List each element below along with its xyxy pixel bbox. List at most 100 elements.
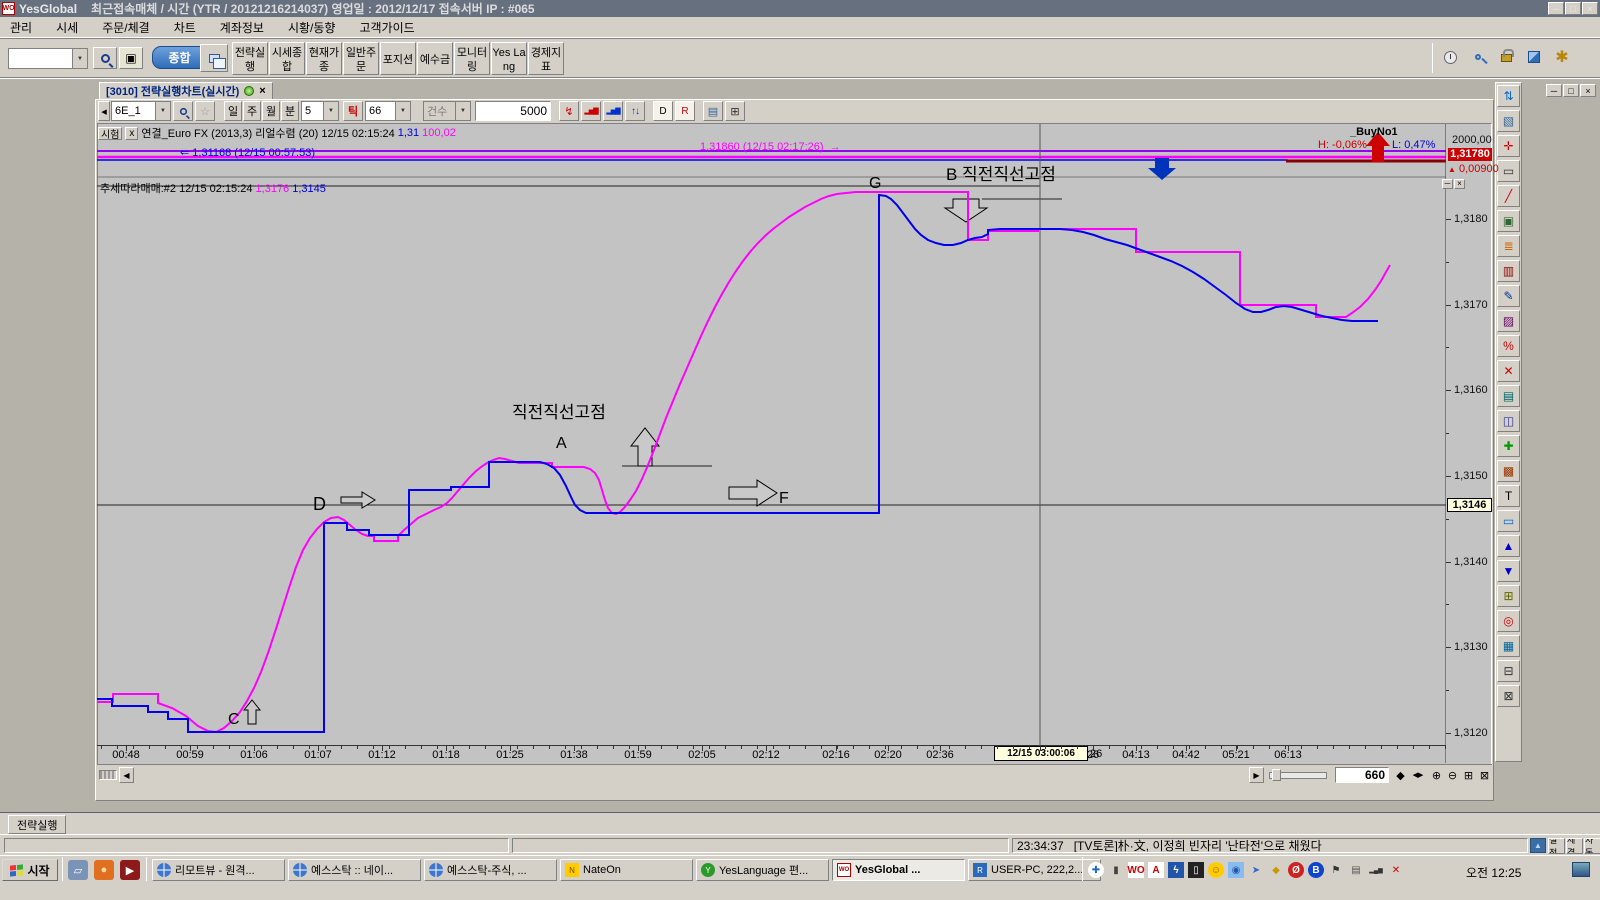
marker-diamond-icon[interactable]: ◆	[1393, 767, 1408, 783]
status-mini-button-1[interactable]: 체결	[1566, 838, 1583, 854]
toolbar-window-button-4[interactable]: 포지션	[380, 42, 416, 75]
count-input[interactable]	[475, 101, 551, 121]
period-day-button[interactable]: 일	[224, 101, 242, 121]
module-button[interactable]	[1522, 45, 1546, 69]
search-button[interactable]	[93, 47, 117, 69]
quick-launch-player-icon[interactable]: ▶	[120, 860, 140, 880]
minimize-button[interactable]: ─	[1548, 2, 1564, 15]
menu-item-0[interactable]: 관리	[10, 19, 32, 36]
tool-chart-icon[interactable]: ▧	[1497, 110, 1520, 132]
period-week-button[interactable]: 주	[243, 101, 261, 121]
news-expand-button[interactable]: ▲	[1530, 838, 1546, 853]
tray-battery-icon[interactable]: ▮	[1108, 862, 1124, 878]
toolbar-window-button-5[interactable]: 예수금	[417, 42, 453, 75]
tool-lines-icon[interactable]: ≣	[1497, 235, 1520, 257]
restore-doc-button[interactable]: R	[675, 101, 695, 121]
toolbar-window-button-7[interactable]: Yes Lang	[491, 42, 527, 75]
tool-down-icon[interactable]: ▼	[1497, 560, 1520, 582]
menu-item-3[interactable]: 차트	[174, 19, 196, 36]
security-button[interactable]	[1494, 43, 1518, 67]
table-view-button[interactable]: ⊞	[725, 101, 745, 121]
new-doc-button[interactable]: D	[653, 101, 673, 121]
toolbar-window-button-1[interactable]: 시세종합	[269, 42, 305, 75]
maximize-button[interactable]: □	[1565, 2, 1581, 15]
toolbar-window-button-2[interactable]: 현재가종	[306, 42, 342, 75]
tool-window-icon[interactable]: ◫	[1497, 410, 1520, 432]
tray-mute-icon[interactable]: ✕	[1388, 862, 1404, 878]
quick-launch-browser-icon[interactable]: ●	[94, 860, 114, 880]
minute-combo-arrow-icon[interactable]: ▼	[323, 102, 338, 120]
tray-update-icon[interactable]: ✚	[1088, 862, 1104, 878]
tray-messenger-icon[interactable]: ☺	[1208, 862, 1224, 878]
toolbar-window-button-3[interactable]: 일반주문	[343, 42, 379, 75]
child-close-button[interactable]: ×	[1580, 84, 1596, 97]
line-style-button[interactable]: ↯	[559, 101, 579, 121]
zoom-in-icon[interactable]: ⊕	[1429, 767, 1444, 783]
tool-box-icon[interactable]: ▣	[1497, 210, 1520, 232]
tray-clipboard-icon[interactable]: ▤	[1348, 862, 1364, 878]
tool-arrows-icon[interactable]: ⇅	[1497, 85, 1520, 107]
tool-up-icon[interactable]: ▲	[1497, 535, 1520, 557]
tray-shield-icon[interactable]: ◆	[1268, 862, 1284, 878]
task-button-0[interactable]: 리모트뷰 - 원격...	[152, 859, 285, 881]
bars-count-input[interactable]	[1335, 767, 1389, 783]
tool-fill-icon[interactable]: ▩	[1497, 460, 1520, 482]
zoom-slider[interactable]	[1269, 772, 1327, 779]
toolbar-window-button-8[interactable]: 경제지표	[528, 42, 564, 75]
tool-text-icon[interactable]: T	[1497, 485, 1520, 507]
tray-v3-icon[interactable]: ϟ	[1168, 862, 1184, 878]
grid-toggle-icon[interactable]: ⊞	[1461, 767, 1476, 783]
history-button[interactable]	[1438, 45, 1462, 69]
tick-combo[interactable]: 66 ▼	[365, 101, 411, 121]
news-ticker[interactable]: 23:34:37 [TV토론]朴·文, 이정희 빈자리 '난타전'으로 채웠다	[1012, 838, 1528, 853]
sort-button[interactable]: ↑↓	[625, 101, 645, 121]
tab-close-icon[interactable]: ×	[259, 85, 265, 97]
tray-pdf-icon[interactable]: A	[1148, 862, 1164, 878]
tick-combo-arrow-icon[interactable]: ▼	[395, 102, 410, 120]
tool-trend-icon[interactable]: ╱	[1497, 185, 1520, 207]
child-restore-button[interactable]: □	[1563, 84, 1579, 97]
scroll-left-button[interactable]: ◂	[98, 101, 110, 121]
menu-item-1[interactable]: 시세	[56, 19, 78, 36]
tool-table-icon[interactable]: ⊞	[1497, 585, 1520, 607]
tool-add-icon[interactable]: ✚	[1497, 435, 1520, 457]
tool-hline-icon[interactable]: ▭	[1497, 160, 1520, 182]
tool-hatch-icon[interactable]: ▨	[1497, 310, 1520, 332]
menu-item-6[interactable]: 고객가이드	[359, 19, 414, 36]
test-badge[interactable]: 시험	[98, 127, 122, 140]
scrollbar-grip[interactable]	[99, 770, 117, 780]
period-tick-button[interactable]: 틱	[343, 101, 363, 121]
tool-pencil-icon[interactable]: ✎	[1497, 285, 1520, 307]
task-button-1[interactable]: 예스스탁 :: 네이...	[288, 859, 421, 881]
task-button-2[interactable]: 예스스탁-주식, ...	[424, 859, 557, 881]
volume-red-button[interactable]: ▂▅▇	[581, 101, 601, 121]
combo-arrow-icon[interactable]: ▼	[72, 49, 87, 68]
minute-combo[interactable]: 5 ▼	[301, 101, 339, 121]
tray-sync-icon[interactable]: ◉	[1228, 862, 1244, 878]
tray-rocket-icon[interactable]: ➤	[1248, 862, 1264, 878]
scrollbar-left-button[interactable]: ◀	[119, 767, 134, 783]
pane-minimize-icon[interactable]: ─	[1442, 179, 1453, 189]
menu-item-2[interactable]: 주문/체결	[102, 19, 150, 36]
tool-delete-icon[interactable]: ✕	[1497, 360, 1520, 382]
menu-item-4[interactable]: 계좌정보	[220, 19, 264, 36]
scrollbar-right-button[interactable]: ▶	[1249, 767, 1264, 783]
zoom-slider-thumb[interactable]	[1272, 769, 1281, 781]
chart-doc-button[interactable]: ▤	[703, 101, 723, 121]
chart-plot[interactable]: CDA직전직선고점FGB 직전직선고점	[97, 124, 1446, 763]
tool-min-icon[interactable]: ⊟	[1497, 660, 1520, 682]
toolbar-window-button-6[interactable]: 모니터링	[454, 42, 490, 75]
screen-number-combo[interactable]: ▼	[8, 48, 88, 69]
tool-cross-icon[interactable]: ✛	[1497, 135, 1520, 157]
show-desktop-icon[interactable]	[1572, 862, 1590, 877]
compress-icon[interactable]: ◀▶	[1409, 767, 1427, 783]
tool-pattern-icon[interactable]: ▥	[1497, 260, 1520, 282]
close-button[interactable]: ×	[1582, 2, 1598, 15]
cascade-windows-button[interactable]	[200, 44, 228, 72]
tool-percent-icon[interactable]: %	[1497, 335, 1520, 357]
start-button[interactable]: 시작	[2, 859, 58, 881]
tool-rect-icon[interactable]: ▭	[1497, 510, 1520, 532]
child-minimize-button[interactable]: ─	[1546, 84, 1562, 97]
period-month-button[interactable]: 월	[262, 101, 280, 121]
task-button-3[interactable]: NNateOn	[560, 859, 693, 881]
